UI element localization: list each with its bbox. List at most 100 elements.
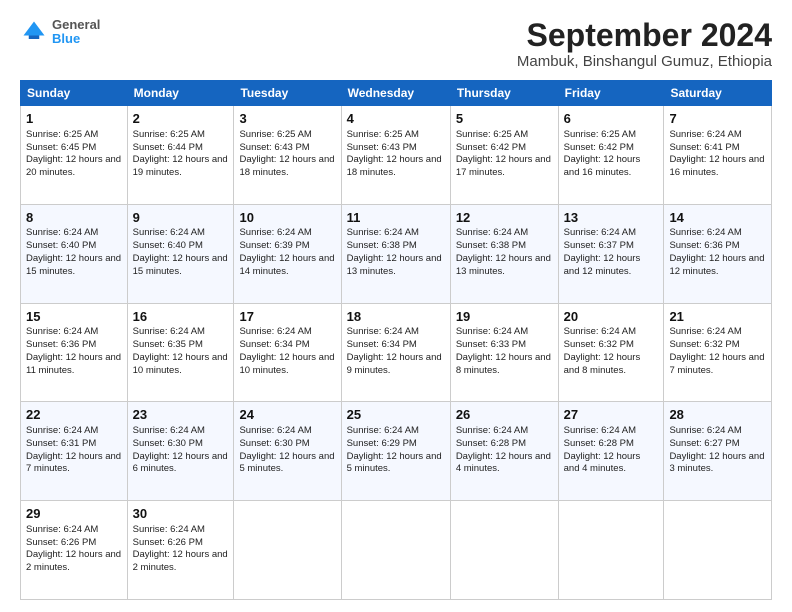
sunset-text: Sunset: 6:30 PM — [133, 438, 203, 449]
daylight-text: Daylight: 12 hours and 8 minutes. — [456, 352, 551, 376]
daylight-text: Daylight: 12 hours and 13 minutes. — [347, 253, 442, 277]
table-row: 4Sunrise: 6:25 AMSunset: 6:43 PMDaylight… — [341, 106, 450, 205]
day-number: 22 — [26, 406, 122, 424]
sunrise-text: Sunrise: 6:24 AM — [669, 129, 741, 140]
sunset-text: Sunset: 6:39 PM — [239, 240, 309, 251]
day-number: 21 — [669, 308, 766, 326]
sunrise-text: Sunrise: 6:24 AM — [456, 425, 528, 436]
sunset-text: Sunset: 6:43 PM — [239, 142, 309, 153]
day-number: 8 — [26, 209, 122, 227]
col-friday: Friday — [558, 81, 664, 106]
sunset-text: Sunset: 6:41 PM — [669, 142, 739, 153]
daylight-text: Daylight: 12 hours and 5 minutes. — [347, 451, 442, 475]
logo-text: General Blue — [52, 18, 100, 47]
day-number: 18 — [347, 308, 445, 326]
daylight-text: Daylight: 12 hours and 3 minutes. — [669, 451, 764, 475]
table-row: 3Sunrise: 6:25 AMSunset: 6:43 PMDaylight… — [234, 106, 341, 205]
sunrise-text: Sunrise: 6:24 AM — [564, 425, 636, 436]
sunset-text: Sunset: 6:30 PM — [239, 438, 309, 449]
day-number: 29 — [26, 505, 122, 523]
day-number: 16 — [133, 308, 229, 326]
day-number: 25 — [347, 406, 445, 424]
sunset-text: Sunset: 6:34 PM — [239, 339, 309, 350]
table-row: 5Sunrise: 6:25 AMSunset: 6:42 PMDaylight… — [450, 106, 558, 205]
day-number: 15 — [26, 308, 122, 326]
daylight-text: Daylight: 12 hours and 19 minutes. — [133, 154, 228, 178]
sunrise-text: Sunrise: 6:24 AM — [347, 227, 419, 238]
sunrise-text: Sunrise: 6:24 AM — [26, 227, 98, 238]
col-saturday: Saturday — [664, 81, 772, 106]
table-row: 17Sunrise: 6:24 AM Sunset: 6:34 PM Dayligh… — [234, 303, 341, 402]
table-row: 6Sunrise: 6:25 AMSunset: 6:42 PMDaylight… — [558, 106, 664, 205]
day-number: 11 — [347, 209, 445, 227]
calendar-week-row: 15 Sunrise: 6:24 AM Sunset: 6:36 PM Dayligh… — [21, 303, 772, 402]
sunrise-text: Sunrise: 6:24 AM — [133, 524, 205, 535]
sunrise-text: Sunrise: 6:25 AM — [347, 129, 419, 140]
daylight-text: Daylight: 12 hours and 16 minutes. — [564, 154, 641, 178]
page: General Blue September 2024 Mambuk, Bins… — [0, 0, 792, 612]
day-number: 3 — [239, 110, 335, 128]
day-number: 4 — [347, 110, 445, 128]
table-row: 27Sunrise: 6:24 AMSunset: 6:28 PMDayligh… — [558, 402, 664, 501]
day-number: 20 — [564, 308, 659, 326]
sunrise-text: Sunrise: 6:24 AM — [26, 524, 98, 535]
sunrise-text: Sunrise: 6:25 AM — [456, 129, 528, 140]
col-thursday: Thursday — [450, 81, 558, 106]
day-number: 5 — [456, 110, 553, 128]
sunset-text: Sunset: 6:45 PM — [26, 142, 96, 153]
daylight-text: Daylight: 12 hours and 18 minutes. — [239, 154, 334, 178]
sunrise-text: Sunrise: 6:24 AM — [239, 425, 311, 436]
daylight-text: Daylight: 12 hours and 18 minutes. — [347, 154, 442, 178]
day-number: 9 — [133, 209, 229, 227]
sunset-text: Sunset: 6:29 PM — [347, 438, 417, 449]
day-number: 14 — [669, 209, 766, 227]
calendar-week-row: 8Sunrise: 6:24 AMSunset: 6:40 PMDaylight… — [21, 204, 772, 303]
day-number: 26 — [456, 406, 553, 424]
sunset-text: Sunset: 6:31 PM — [26, 438, 96, 449]
sunset-text: Sunset: 6:40 PM — [26, 240, 96, 251]
calendar-week-row: 1Sunrise: 6:25 AMSunset: 6:45 PMDaylight… — [21, 106, 772, 205]
table-row: 23Sunrise: 6:24 AMSunset: 6:30 PMDayligh… — [127, 402, 234, 501]
table-row — [234, 501, 341, 600]
table-row — [450, 501, 558, 600]
sunset-text: Sunset: 6:26 PM — [133, 537, 203, 548]
sunrise-text: Sunrise: 6:24 AM — [564, 326, 636, 337]
daylight-text: Daylight: 12 hours and 13 minutes. — [456, 253, 551, 277]
sunrise-text: Sunrise: 6:24 AM — [133, 227, 205, 238]
sunrise-text: Sunrise: 6:24 AM — [456, 326, 528, 337]
day-number: 30 — [133, 505, 229, 523]
daylight-text: Daylight: 12 hours and 10 minutes. — [133, 352, 228, 376]
day-number: 17 — [239, 308, 335, 326]
table-row: 22Sunrise: 6:24 AMSunset: 6:31 PMDayligh… — [21, 402, 128, 501]
daylight-text: Daylight: 12 hours and 10 minutes. — [239, 352, 334, 376]
sunset-text: Sunset: 6:38 PM — [456, 240, 526, 251]
table-row: 19Sunrise: 6:24 AMSunset: 6:33 PMDayligh… — [450, 303, 558, 402]
sunset-text: Sunset: 6:42 PM — [564, 142, 634, 153]
calendar-week-row: 29Sunrise: 6:24 AMSunset: 6:26 PMDayligh… — [21, 501, 772, 600]
table-row: 16Sunrise: 6:24 AMSunset: 6:35 PMDayligh… — [127, 303, 234, 402]
calendar-subtitle: Mambuk, Binshangul Gumuz, Ethiopia — [517, 53, 772, 70]
sunrise-text: Sunrise: 6:24 AM — [347, 425, 419, 436]
daylight-text: Daylight: 12 hours and 7 minutes. — [669, 352, 764, 376]
table-row: 29Sunrise: 6:24 AMSunset: 6:26 PMDayligh… — [21, 501, 128, 600]
sunset-text: Sunset: 6:32 PM — [564, 339, 634, 350]
sunrise-text: Sunrise: 6:24 AM — [669, 227, 741, 238]
calendar-title: September 2024 — [517, 18, 772, 53]
table-row — [558, 501, 664, 600]
table-row: 12Sunrise: 6:24 AMSunset: 6:38 PMDayligh… — [450, 204, 558, 303]
daylight-text: Daylight: 12 hours and 9 minutes. — [347, 352, 442, 376]
table-row: 20Sunrise: 6:24 AMSunset: 6:32 PMDayligh… — [558, 303, 664, 402]
sunset-text: Sunset: 6:36 PM — [669, 240, 739, 251]
day-number: 10 — [239, 209, 335, 227]
sunrise-text: Sunrise: 6:24 AM — [239, 326, 311, 337]
table-row: 7Sunrise: 6:24 AMSunset: 6:41 PMDaylight… — [664, 106, 772, 205]
day-number: 27 — [564, 406, 659, 424]
logo-line1: General — [52, 18, 100, 32]
sunset-text: Sunset: 6:28 PM — [456, 438, 526, 449]
sunset-text: Sunset: 6:27 PM — [669, 438, 739, 449]
sunset-text: Sunset: 6:42 PM — [456, 142, 526, 153]
sunset-text: Sunset: 6:36 PM — [26, 339, 96, 350]
sunrise-text: Sunrise: 6:24 AM — [347, 326, 419, 337]
table-row: 1Sunrise: 6:25 AMSunset: 6:45 PMDaylight… — [21, 106, 128, 205]
daylight-text: Daylight: 12 hours and 11 minutes. — [26, 352, 121, 376]
